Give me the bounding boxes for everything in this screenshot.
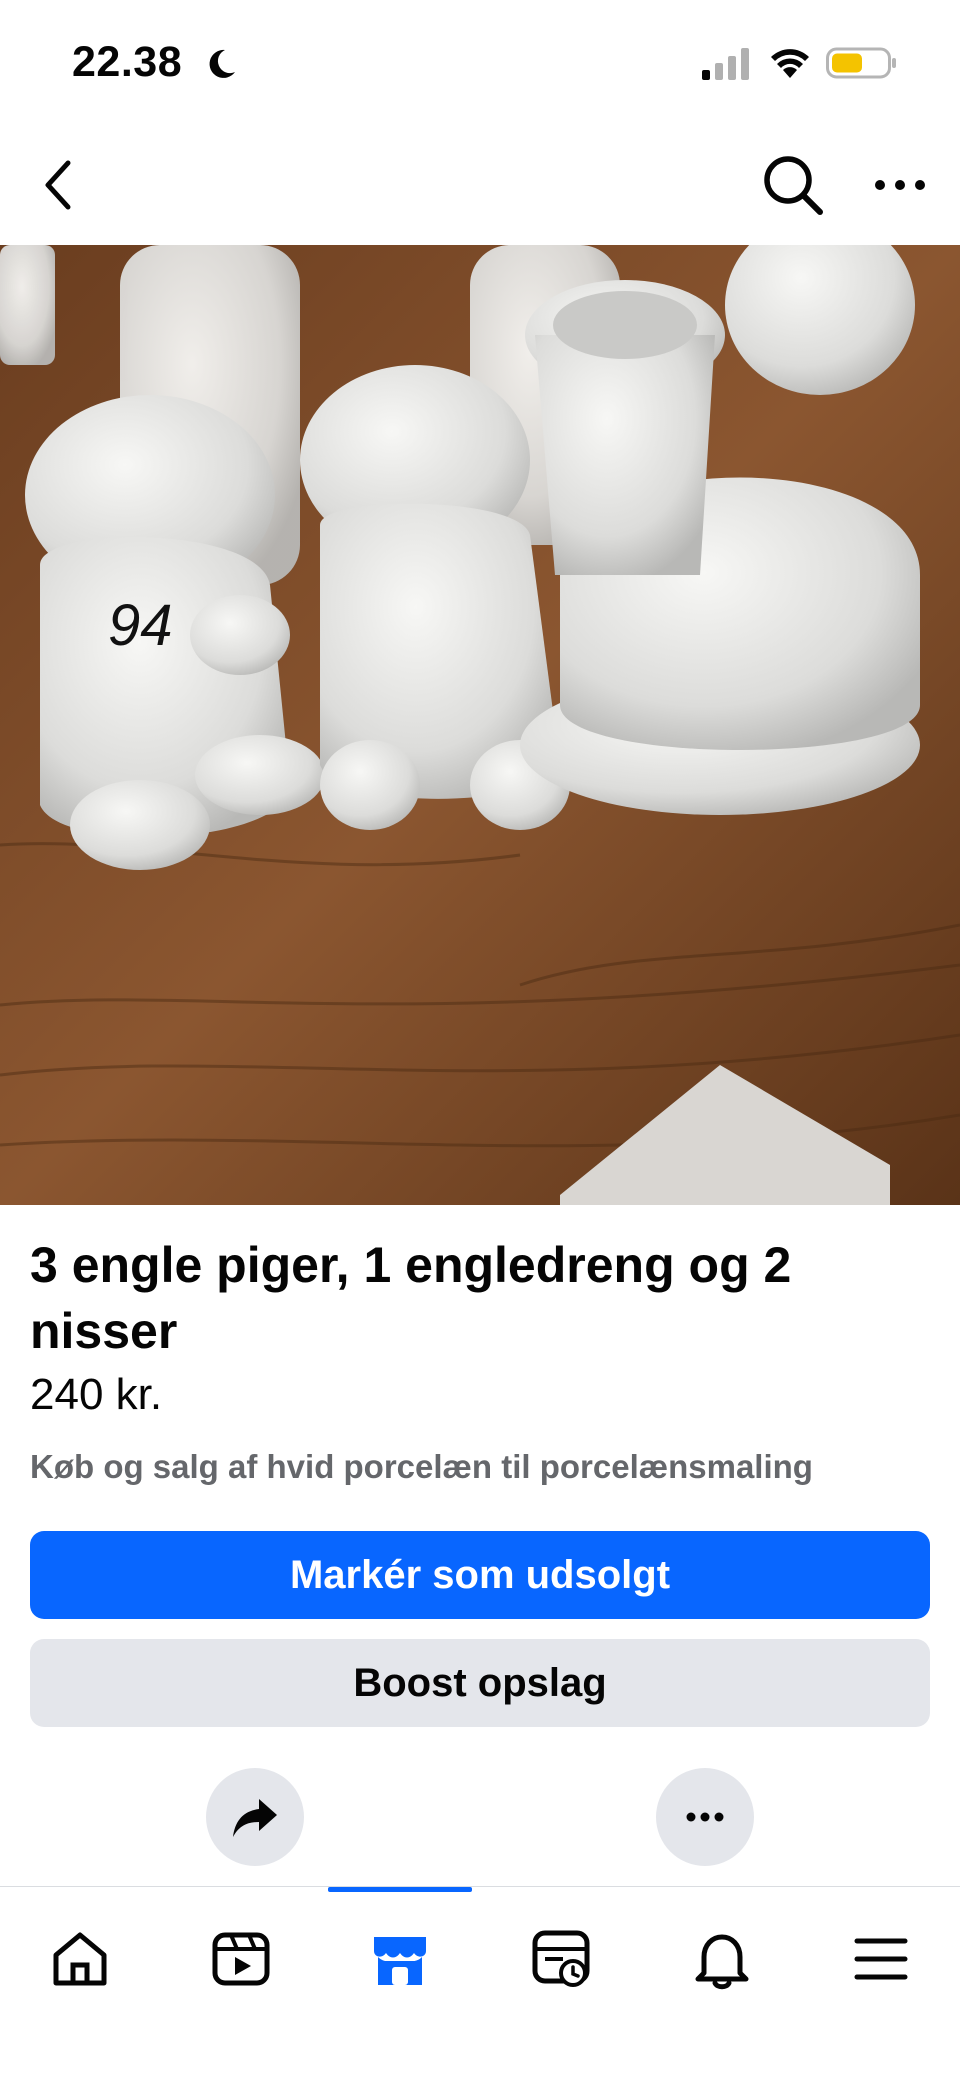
more-icon[interactable]	[872, 160, 928, 210]
share-icon	[233, 1799, 277, 1837]
status-time: 22.38	[72, 38, 183, 86]
bottom-tab-bar	[0, 1886, 960, 2078]
video-icon	[212, 1932, 270, 1986]
moon-icon	[209, 49, 235, 78]
active-tab-indicator	[328, 1887, 472, 1892]
search-icon[interactable]	[760, 152, 826, 218]
tab-menu[interactable]	[841, 1919, 921, 1999]
share-button[interactable]	[206, 1768, 304, 1866]
top-navigation	[0, 130, 960, 240]
group-link[interactable]: Køb og salg af hvid porcelæn til porcelæ…	[30, 1448, 950, 1486]
back-icon[interactable]	[38, 155, 78, 215]
tab-home[interactable]	[40, 1919, 120, 1999]
marketplace-icon	[374, 1937, 426, 1985]
mark-sold-button[interactable]: Markér som udsolgt	[30, 1531, 930, 1619]
more-icon	[686, 1812, 724, 1822]
listing-title: 3 engle piger, 1 engledreng og 2 nisser	[30, 1237, 792, 1359]
signal-icon	[702, 48, 749, 80]
feeds-icon	[532, 1930, 590, 1987]
svg-text:94: 94	[108, 593, 173, 658]
porcelain-figurines-image: 94	[0, 245, 960, 1205]
home-icon	[53, 1932, 107, 1986]
more-options-button[interactable]	[656, 1768, 754, 1866]
battery-icon	[826, 47, 896, 79]
boost-post-button[interactable]: Boost opslag	[30, 1639, 930, 1727]
tab-marketplace[interactable]	[360, 1919, 440, 1999]
tab-feeds[interactable]	[521, 1919, 601, 1999]
listing-price: 240 kr.	[30, 1370, 163, 1419]
tab-video[interactable]	[201, 1919, 281, 1999]
status-bar: 22.38	[0, 0, 960, 120]
listing-photo[interactable]: 94	[0, 245, 960, 1205]
wifi-icon	[771, 49, 809, 78]
tab-notifications[interactable]	[682, 1919, 762, 1999]
bell-icon	[695, 1934, 749, 1990]
hamburger-menu-icon	[854, 1938, 908, 1980]
